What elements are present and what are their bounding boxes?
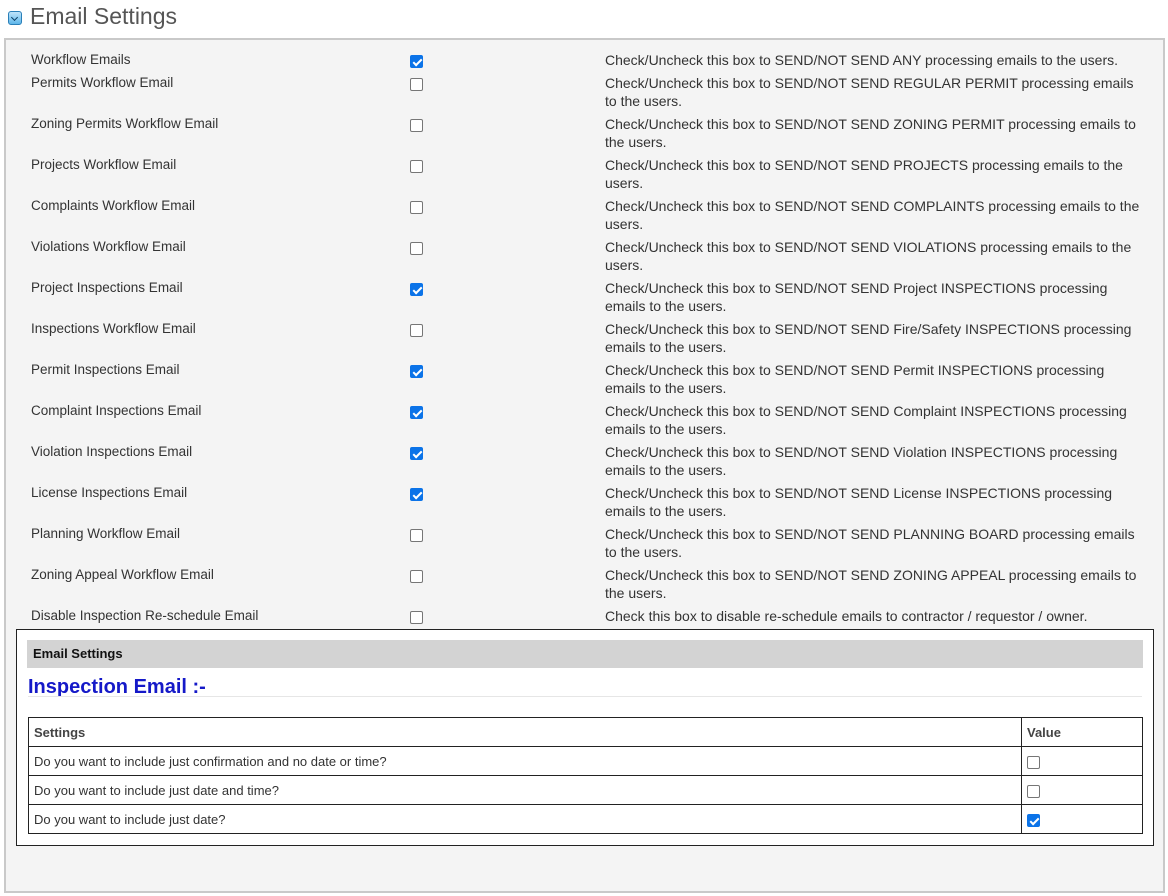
setting-description: Check/Uncheck this box to SEND/NOT SEND …	[605, 52, 1119, 68]
setting-checkbox[interactable]	[410, 447, 423, 460]
setting-description: Check/Uncheck this box to SEND/NOT SEND …	[605, 362, 1105, 396]
setting-checkbox[interactable]	[410, 570, 423, 583]
section-header: Email Settings	[27, 640, 1143, 668]
setting-label: Zoning Permits Workflow Email	[31, 116, 219, 131]
setting-checkbox[interactable]	[410, 119, 423, 132]
setting-label: Violation Inspections Email	[31, 444, 193, 459]
chevron-down-icon[interactable]	[8, 10, 22, 25]
column-header-settings: Settings	[28, 717, 1022, 747]
setting-label: Complaints Workflow Email	[31, 198, 196, 213]
page-header: Email Settings	[8, 0, 177, 32]
setting-description: Check this box to disable re-schedule em…	[605, 608, 1088, 624]
setting-description: Check/Uncheck this box to SEND/NOT SEND …	[605, 321, 1132, 355]
setting-description: Check/Uncheck this box to SEND/NOT SEND …	[605, 280, 1108, 314]
setting-label: Projects Workflow Email	[31, 157, 177, 172]
setting-label: Project Inspections Email	[31, 280, 183, 295]
value-cell	[1021, 804, 1143, 834]
setting-description: Check/Uncheck this box to SEND/NOT SEND …	[605, 444, 1118, 478]
setting-description: Check/Uncheck this box to SEND/NOT SEND …	[605, 239, 1132, 273]
setting-checkbox[interactable]	[410, 242, 423, 255]
setting-label: Violations Workflow Email	[31, 239, 186, 254]
setting-label: Workflow Emails	[31, 52, 131, 67]
setting-description: Check/Uncheck this box to SEND/NOT SEND …	[605, 567, 1137, 601]
column-header-value: Value	[1021, 717, 1143, 747]
value-cell	[1021, 775, 1143, 805]
setting-checkbox[interactable]	[410, 611, 423, 624]
setting-checkbox[interactable]	[410, 406, 423, 419]
table-row: Do you want to include just confirmation…	[28, 746, 1143, 776]
setting-checkbox[interactable]	[410, 78, 423, 91]
inspection-settings-table: Settings Value Do you want to include ju…	[28, 717, 1143, 834]
setting-label: Complaint Inspections Email	[31, 403, 202, 418]
table-header-row: Settings Value	[28, 717, 1143, 747]
setting-description: Check/Uncheck this box to SEND/NOT SEND …	[605, 198, 1140, 232]
value-cell	[1021, 746, 1143, 776]
setting-label: Disable Inspection Re-schedule Email	[31, 608, 259, 623]
table-row: Do you want to include just date and tim…	[28, 775, 1143, 805]
value-checkbox[interactable]	[1027, 756, 1040, 769]
setting-description: Check/Uncheck this box to SEND/NOT SEND …	[605, 157, 1123, 191]
setting-checkbox[interactable]	[410, 283, 423, 296]
setting-description: Check/Uncheck this box to SEND/NOT SEND …	[605, 116, 1136, 150]
divider	[28, 696, 1142, 697]
setting-label: Planning Workflow Email	[31, 526, 181, 541]
setting-description: Check/Uncheck this box to SEND/NOT SEND …	[605, 485, 1113, 519]
page-title: Email Settings	[30, 2, 178, 29]
setting-checkbox[interactable]	[410, 529, 423, 542]
setting-question: Do you want to include just date?	[28, 804, 1022, 834]
setting-checkbox[interactable]	[410, 324, 423, 337]
setting-label: Permits Workflow Email	[31, 75, 174, 90]
setting-label: Inspections Workflow Email	[31, 321, 196, 336]
table-row: Do you want to include just date?	[28, 804, 1143, 834]
email-settings-panel: Workflow Emails Check/Uncheck this box to…	[4, 38, 1165, 893]
setting-description: Check/Uncheck this box to SEND/NOT SEND …	[605, 75, 1134, 109]
inspection-email-box: Email Settings Inspection Email :- Setti…	[16, 629, 1154, 846]
setting-checkbox[interactable]	[410, 55, 423, 68]
setting-label: License Inspections Email	[31, 485, 188, 500]
value-checkbox[interactable]	[1027, 814, 1040, 827]
setting-checkbox[interactable]	[410, 201, 423, 214]
setting-label: Zoning Appeal Workflow Email	[31, 567, 214, 582]
setting-checkbox[interactable]	[410, 488, 423, 501]
setting-description: Check/Uncheck this box to SEND/NOT SEND …	[605, 526, 1135, 560]
setting-description: Check/Uncheck this box to SEND/NOT SEND …	[605, 403, 1127, 437]
setting-question: Do you want to include just date and tim…	[28, 775, 1022, 805]
setting-label: Permit Inspections Email	[31, 362, 180, 377]
setting-question: Do you want to include just confirmation…	[28, 746, 1022, 776]
value-checkbox[interactable]	[1027, 785, 1040, 798]
setting-checkbox[interactable]	[410, 160, 423, 173]
setting-checkbox[interactable]	[410, 365, 423, 378]
